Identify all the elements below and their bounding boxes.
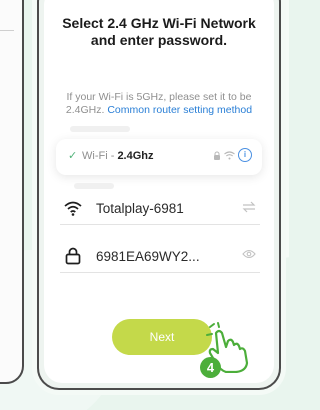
phone-frame: Select 2.4 GHz Wi-Fi Network and enter p… bbox=[37, 0, 281, 390]
wifi-band-value: 2.4Ghz bbox=[117, 150, 154, 162]
frequency-hint: If your Wi-Fi is 5GHz, please set it to … bbox=[58, 91, 260, 116]
wifi-prefix: Wi-Fi - bbox=[82, 150, 118, 162]
eye-icon[interactable] bbox=[242, 249, 256, 259]
info-icon[interactable]: i bbox=[238, 148, 252, 162]
lock-icon bbox=[65, 247, 81, 265]
wifi-setup-screen: Select 2.4 GHz Wi-Fi Network and enter p… bbox=[44, 0, 274, 383]
divider bbox=[60, 224, 260, 225]
wifi-icon bbox=[224, 150, 235, 159]
next-button[interactable]: Next bbox=[112, 319, 212, 355]
router-setting-link[interactable]: Common router setting method bbox=[107, 104, 252, 116]
step-number-badge: 4 bbox=[200, 357, 221, 378]
placeholder-bar bbox=[74, 183, 114, 189]
wifi-band-card[interactable]: ✓ Wi-Fi - 2.4Ghz i bbox=[56, 139, 262, 175]
placeholder-bar bbox=[70, 126, 130, 132]
network-field[interactable]: Totalplay-6981 bbox=[60, 191, 260, 225]
page-title: Select 2.4 GHz Wi-Fi Network and enter p… bbox=[62, 15, 256, 48]
password-field[interactable]: 6981EA69WY2... bbox=[60, 239, 260, 273]
wifi-icon bbox=[64, 201, 82, 216]
previous-phone-frame bbox=[0, 0, 24, 384]
password-value: 6981EA69WY2... bbox=[96, 249, 200, 264]
checkmark-icon: ✓ bbox=[68, 150, 78, 162]
lock-icon bbox=[214, 151, 220, 160]
network-name: Totalplay-6981 bbox=[96, 201, 184, 216]
wifi-band-label: Wi-Fi - 2.4Ghz bbox=[82, 150, 154, 162]
wifi-card-icons: i bbox=[213, 148, 252, 162]
switch-network-icon[interactable] bbox=[242, 201, 256, 213]
tutorial-canvas: Select 2.4 GHz Wi-Fi Network and enter p… bbox=[0, 0, 289, 410]
divider bbox=[60, 272, 260, 273]
divider bbox=[0, 30, 14, 31]
